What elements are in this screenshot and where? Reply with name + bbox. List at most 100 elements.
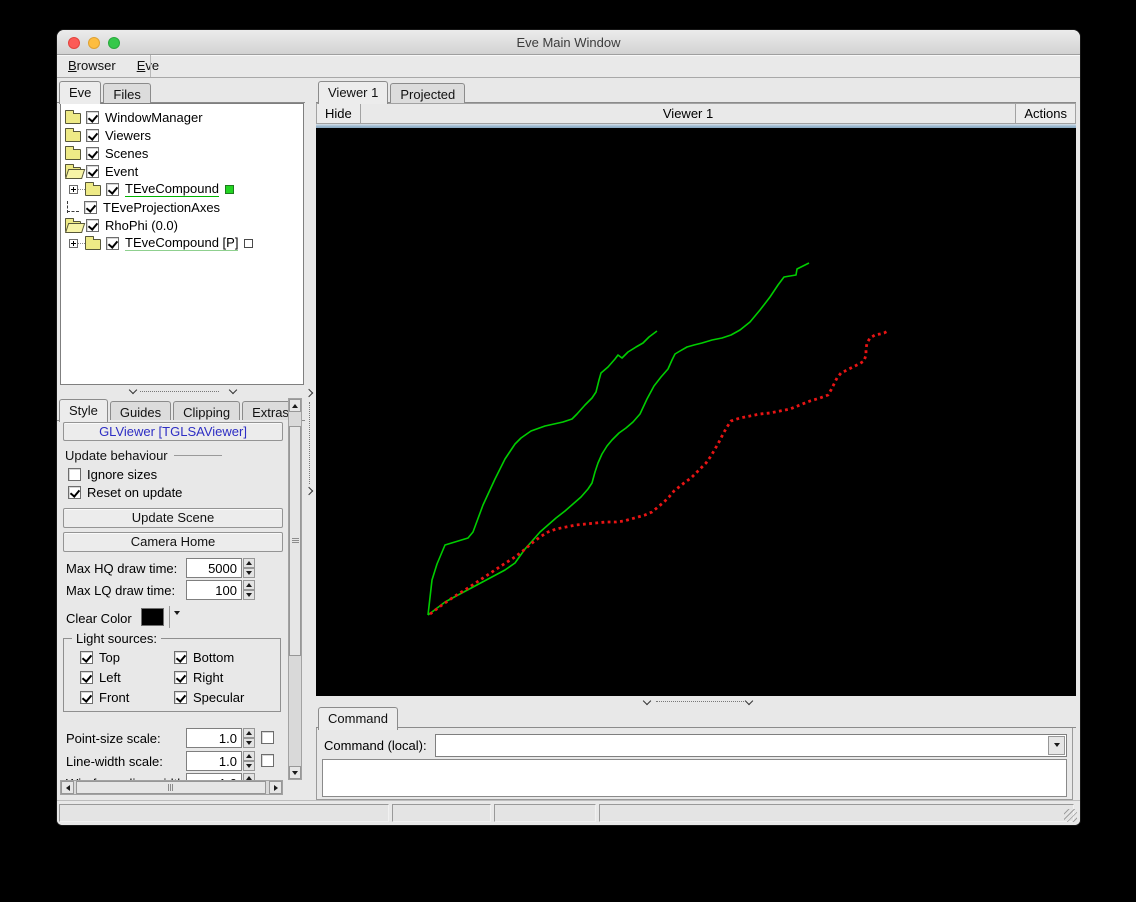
light-left[interactable]: Left	[80, 670, 174, 685]
tree-checkbox[interactable]	[106, 182, 119, 196]
folder-closed-icon	[65, 128, 81, 142]
tab-projected[interactable]: Projected	[390, 83, 466, 103]
update-behaviour-title: Update behaviour	[65, 448, 222, 463]
update-scene-button[interactable]: Update Scene	[63, 508, 283, 528]
spin-down-button[interactable]	[243, 590, 255, 600]
spin-up-button[interactable]	[243, 580, 255, 590]
checkbox[interactable]	[80, 671, 93, 684]
spin-value[interactable]: 5000	[186, 558, 242, 578]
checkbox[interactable]	[174, 651, 187, 664]
spin-value[interactable]: 100	[186, 580, 242, 600]
spin-down-button[interactable]	[243, 568, 255, 578]
titlebar[interactable]: Eve Main Window	[57, 30, 1080, 55]
spin-up-button[interactable]	[243, 558, 255, 568]
spin-up-button[interactable]	[243, 773, 255, 780]
axes-icon	[65, 201, 79, 213]
tree-checkbox[interactable]	[86, 128, 99, 142]
tree-checkbox[interactable]	[86, 146, 99, 160]
resize-grip[interactable]	[1064, 809, 1077, 822]
checkbox-label: Right	[193, 670, 224, 685]
scale-checkbox[interactable]	[261, 754, 274, 767]
horizontal-splitter[interactable]	[60, 385, 304, 398]
light-bottom[interactable]: Bottom	[174, 650, 274, 665]
spin-down-button[interactable]	[243, 761, 255, 771]
scroll-left-button[interactable]	[61, 781, 74, 794]
track-green-long[interactable]	[427, 262, 810, 616]
tab-viewer-1[interactable]: Viewer 1	[318, 81, 389, 104]
checkbox[interactable]	[174, 691, 187, 704]
glviewer-button[interactable]: GLViewer [TGLSAViewer]	[63, 422, 283, 441]
checkbox[interactable]	[80, 651, 93, 664]
command-input[interactable]	[435, 734, 1047, 756]
gl-viewer-canvas[interactable]	[316, 128, 1076, 696]
checkbox[interactable]	[80, 691, 93, 704]
tab-files[interactable]: Files	[103, 83, 151, 103]
tree-checkbox[interactable]	[106, 236, 119, 250]
tree-item-event[interactable]: Event	[61, 162, 303, 180]
tree-item-rhophi-0-0[interactable]: RhoPhi (0.0)	[61, 216, 303, 234]
option-reset-on-update[interactable]: Reset on update	[68, 485, 182, 500]
scale-checkbox[interactable]	[261, 731, 274, 744]
splitter-chevron-icon	[744, 696, 754, 706]
light-specular[interactable]: Specular	[174, 690, 274, 705]
tree-item-tevecompound[interactable]: TEveCompound	[61, 180, 303, 198]
light-front[interactable]: Front	[80, 690, 174, 705]
style-vertical-scrollbar[interactable]	[288, 398, 302, 780]
tree-checkbox[interactable]	[86, 110, 99, 124]
tab-clipping[interactable]: Clipping	[173, 401, 241, 421]
minimize-button[interactable]	[88, 37, 100, 49]
panel-splitter[interactable]	[304, 78, 315, 800]
dropdown-arrow-icon	[1053, 743, 1060, 747]
camera-home-button[interactable]: Camera Home	[63, 532, 283, 552]
light-top[interactable]: Top	[80, 650, 174, 665]
tree-item-teveprojectionaxes[interactable]: TEveProjectionAxes	[61, 198, 303, 216]
clear-color-swatch[interactable]	[141, 608, 164, 626]
expander-icon[interactable]	[69, 184, 78, 194]
tab-guides[interactable]: Guides	[109, 401, 172, 421]
spin-up-button[interactable]	[243, 728, 255, 738]
checkbox[interactable]	[68, 468, 81, 481]
hide-button[interactable]: Hide	[317, 104, 361, 123]
horizontal-scroll-thumb[interactable]	[76, 781, 266, 794]
arrow-right-icon	[273, 784, 278, 791]
tree-item-label: Scenes	[105, 145, 149, 161]
tree-checkbox[interactable]	[86, 164, 99, 178]
field-label: Max LQ draw time:	[66, 582, 176, 598]
vertical-scroll-thumb[interactable]	[289, 426, 301, 656]
light-right[interactable]: Right	[174, 670, 274, 685]
expander-icon[interactable]	[69, 238, 78, 248]
clear-color-dropdown-icon[interactable]	[174, 611, 180, 630]
spin-up-button[interactable]	[243, 751, 255, 761]
actions-button[interactable]: Actions	[1015, 104, 1075, 123]
screen-background: Eve Main Window Browser Eve Eve Files Wind…	[0, 0, 1136, 902]
command-history-dropdown[interactable]	[1048, 735, 1065, 755]
menu-browser[interactable]: Browser	[58, 55, 126, 77]
spin-down-button[interactable]	[243, 738, 255, 748]
style-horizontal-scrollbar[interactable]	[60, 780, 283, 795]
scroll-right-button[interactable]	[269, 781, 282, 794]
tab-eve[interactable]: Eve	[59, 81, 102, 104]
tree-checkbox[interactable]	[86, 218, 99, 232]
folder-open-icon	[65, 218, 81, 232]
checkbox[interactable]	[174, 671, 187, 684]
clear-color-row: Clear Color	[63, 606, 288, 630]
tab-command[interactable]: Command	[318, 707, 398, 730]
tab-style[interactable]: Style	[59, 399, 108, 422]
scroll-down-button[interactable]	[289, 766, 301, 779]
tree-item-viewers[interactable]: Viewers	[61, 126, 303, 144]
spin-value[interactable]: 1.0	[186, 773, 242, 780]
tree-item-windowmanager[interactable]: WindowManager	[61, 108, 303, 126]
zoom-button[interactable]	[108, 37, 120, 49]
menu-eve[interactable]: Eve	[127, 55, 169, 77]
spin-value[interactable]: 1.0	[186, 751, 242, 771]
track-green-short[interactable]	[427, 330, 658, 616]
scroll-up-button[interactable]	[289, 399, 301, 412]
tree-item-tevecompound-p[interactable]: TEveCompound [P]	[61, 234, 303, 252]
spin-value[interactable]: 1.0	[186, 728, 242, 748]
bottom-splitter[interactable]	[316, 696, 1076, 706]
tree-checkbox[interactable]	[84, 200, 97, 214]
option-ignore-sizes[interactable]: Ignore sizes	[68, 467, 157, 482]
tree-item-scenes[interactable]: Scenes	[61, 144, 303, 162]
checkbox[interactable]	[68, 486, 81, 499]
close-button[interactable]	[68, 37, 80, 49]
